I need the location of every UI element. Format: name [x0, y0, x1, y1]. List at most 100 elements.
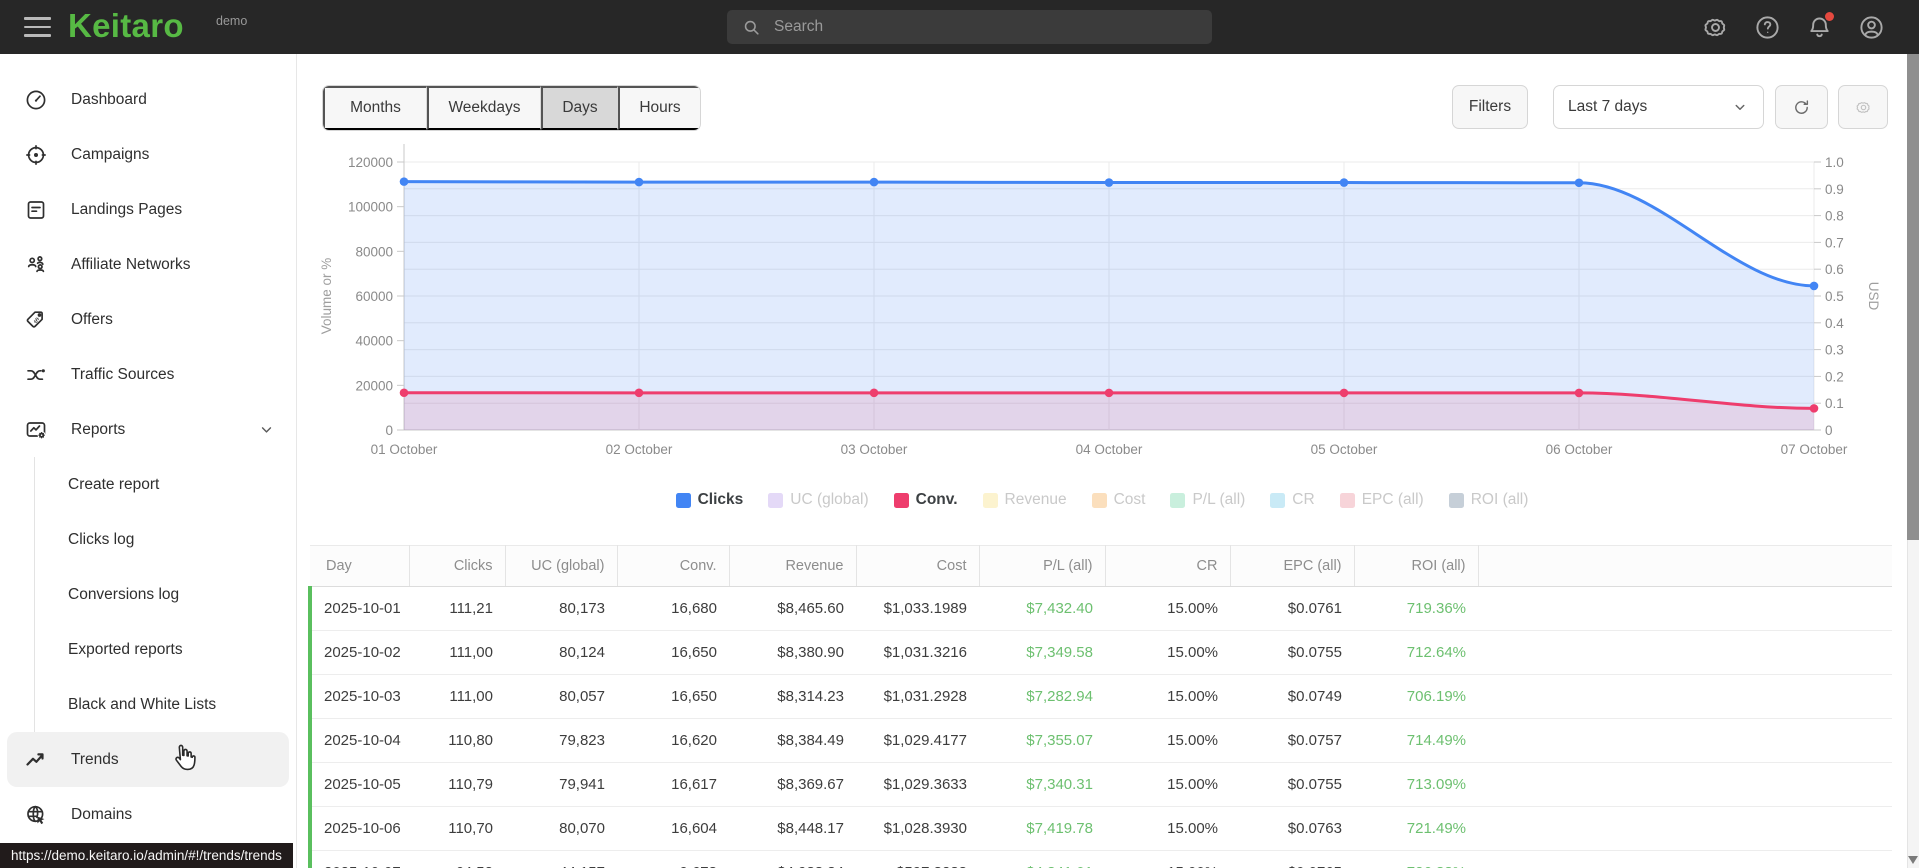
scrollbar-track[interactable] [1907, 54, 1919, 868]
axis-tick-label: 0.6 [1825, 262, 1844, 277]
table-row: 2025-10-03 111,00 80,057 16,650 $8,314.23 $1,… [308, 674, 1892, 719]
cell-conv-: 16,620 [617, 718, 729, 763]
cell-roi-all-: 713.09% [1354, 762, 1478, 807]
cell-clicks: 64,52 [409, 850, 505, 868]
sidebar-item-offers[interactable]: $ Offers [0, 292, 296, 347]
cell-p-l-all-: $7,282.94 [979, 674, 1105, 719]
cell-epc-all-: $0.0765 [1230, 850, 1354, 868]
legend-item-epc-all-[interactable]: EPC (all) [1339, 491, 1424, 509]
legend-item-clicks[interactable]: Clicks [675, 491, 743, 509]
axis-tick-label: 80000 [355, 244, 393, 259]
legend-item-uc-global-[interactable]: UC (global) [768, 491, 869, 509]
cell-revenue: $8,384.49 [729, 718, 856, 763]
chart-legend: Clicks UC (global) Conv. Revenue Cost P/L (al… [297, 491, 1907, 509]
sidebar-item-affiliate-networks[interactable]: Affiliate Networks [0, 237, 296, 292]
col-header-cost: Cost [856, 545, 980, 587]
col-header-uc-global-: UC (global) [505, 545, 618, 587]
scrollbar-thumb[interactable] [1907, 54, 1919, 540]
search-icon [744, 20, 759, 35]
trends-chart: 0 20000 40000 60000 80000 100000 120000 0 0.1 0.2… [319, 144, 1881, 457]
cell-uc-global-: 79,823 [505, 718, 617, 763]
table-row: 2025-10-06 110,70 80,070 16,604 $8,448.17 $1,… [308, 806, 1892, 851]
cell-roi-all-: 721.49% [1354, 806, 1478, 851]
cell-conv-: 9,678 [617, 850, 729, 868]
trend-up-icon [24, 748, 48, 772]
legend-label: EPC (all) [1361, 491, 1424, 508]
legend-item-cr[interactable]: CR [1270, 491, 1315, 509]
cell-day: 2025-10-03 [308, 674, 409, 719]
legend-item-roi-all-[interactable]: ROI (all) [1448, 491, 1528, 509]
cell-p-l-all-: $7,340.31 [979, 762, 1105, 807]
data-point [869, 388, 879, 398]
scrollbar-down-arrow[interactable] [1908, 856, 1918, 864]
legend-swatch [1448, 492, 1464, 508]
cell-revenue: $8,380.90 [729, 630, 856, 675]
axis-tick-label: 0.7 [1825, 235, 1844, 250]
data-point [1339, 388, 1349, 398]
sidebar-item-landings-pages[interactable]: Landings Pages [0, 182, 296, 237]
col-header-cr: CR [1105, 545, 1231, 587]
legend-label: Revenue [1004, 491, 1067, 508]
table-row: 2025-10-0764,5244,1579,678$4,938.34$597.… [308, 850, 1892, 868]
table-body: 2025-10-01 111,21 80,173 16,680 $8,465.60 $1,… [308, 586, 1892, 868]
sidebar-item-campaigns[interactable]: Campaigns [0, 127, 296, 182]
help-icon[interactable] [1754, 14, 1781, 41]
sidebar-item-label: Campaigns [71, 145, 150, 163]
table-header-row: Day Clicks UC (global) Conv. Revenue Cost P/L … [310, 545, 1892, 587]
legend-item-cost[interactable]: Cost [1091, 491, 1145, 509]
legend-label: UC (global) [790, 491, 869, 508]
axis-tick-label: 0.4 [1825, 316, 1844, 331]
traffic-split-icon [24, 363, 48, 387]
sidebar-item-reports[interactable]: Reports [0, 402, 296, 457]
sidebar-subitem-conversions-log[interactable]: Conversions log [35, 567, 296, 622]
axis-tick-label: 07 October [1781, 442, 1848, 457]
cell-epc-all-: $0.0755 [1230, 762, 1354, 807]
sidebar-item-dashboard[interactable]: Dashboard [0, 72, 296, 127]
sidebar-subitem-black-and-white-lists[interactable]: Black and White Lists [35, 677, 296, 732]
cell-day: 2025-10-06 [308, 806, 409, 851]
legend-item-conv-[interactable]: Conv. [893, 491, 958, 509]
sidebar: Dashboard Campaigns Landings Pages Affiliat… [0, 54, 297, 868]
cell-clicks: 111,00 [409, 630, 505, 675]
cell-cr: 15.00% [1105, 850, 1230, 868]
sidebar-subitem-clicks-log[interactable]: Clicks log [35, 512, 296, 567]
cell-filler [1478, 850, 1892, 868]
search-input[interactable] [774, 18, 1212, 36]
menu-toggle-button[interactable] [24, 17, 51, 37]
data-point [1574, 388, 1584, 398]
cell-clicks: 111,00 [409, 674, 505, 719]
dashboard-gauge-icon [24, 88, 48, 112]
sidebar-item-label: Trends [71, 750, 119, 768]
sidebar-item-domains[interactable]: Domains [0, 787, 296, 842]
cell-cost: $1,028.3930 [856, 806, 979, 851]
topbar: Keitaro demo [0, 0, 1919, 54]
cell-p-l-all-: $7,432.40 [979, 586, 1105, 631]
table-row: 2025-10-04 110,80 79,823 16,620 $8,384.49 $1,… [308, 718, 1892, 763]
sidebar-item-traffic-sources[interactable]: Traffic Sources [0, 347, 296, 402]
cell-conv-: 16,650 [617, 674, 729, 719]
cell-cost: $1,031.3216 [856, 630, 979, 675]
axis-tick-label: 03 October [841, 442, 908, 457]
cell-p-l-all-: $7,349.58 [979, 630, 1105, 675]
axis-tick-label: 100000 [348, 200, 393, 215]
offers-tag-icon: $ [24, 308, 48, 332]
legend-item-p-l-all-[interactable]: P/L (all) [1170, 491, 1245, 509]
legend-swatch [675, 492, 691, 508]
sidebar-item-trends[interactable]: Trends [7, 732, 289, 787]
reports-chart-gear-icon [24, 418, 48, 442]
sidebar-item-label: Landings Pages [71, 200, 183, 218]
cell-conv-: 16,650 [617, 630, 729, 675]
settings-gear-icon[interactable] [1702, 14, 1729, 41]
cell-cost: $1,029.3633 [856, 762, 979, 807]
axis-tick-label: 01 October [371, 442, 438, 457]
cell-cost: $1,031.2928 [856, 674, 979, 719]
account-avatar-icon[interactable] [1858, 14, 1885, 41]
sidebar-subitem-exported-reports[interactable]: Exported reports [35, 622, 296, 677]
notifications-bell-icon[interactable] [1806, 11, 1834, 41]
cell-epc-all-: $0.0757 [1230, 718, 1354, 763]
legend-item-revenue[interactable]: Revenue [982, 491, 1067, 509]
legend-label: CR [1292, 491, 1315, 508]
sidebar-subitem-create-report[interactable]: Create report [35, 457, 296, 512]
axis-tick-label: 120000 [348, 155, 393, 170]
cell-epc-all-: $0.0761 [1230, 586, 1354, 631]
